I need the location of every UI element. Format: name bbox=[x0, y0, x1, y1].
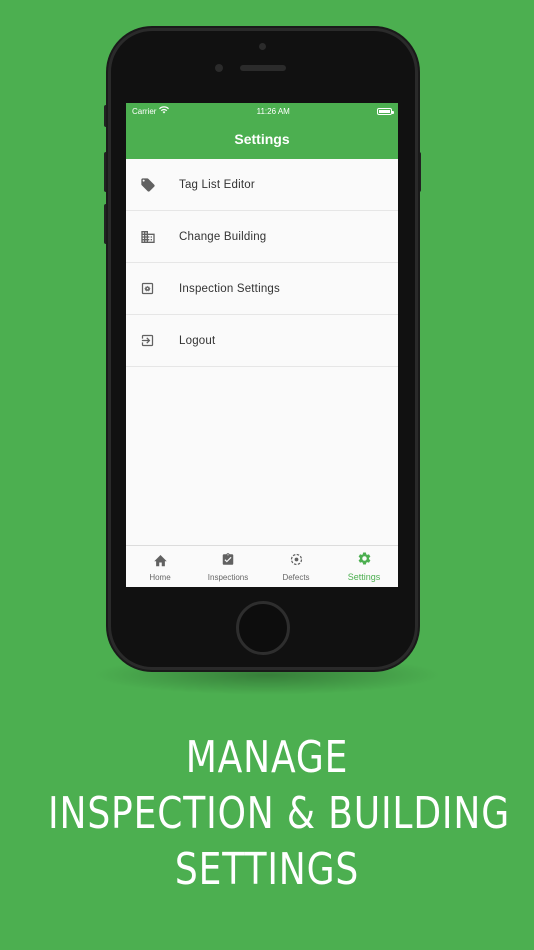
nav-item-settings[interactable]: Settings bbox=[330, 546, 398, 587]
menu-item-label: Logout bbox=[179, 334, 216, 347]
nav-label: Inspections bbox=[207, 572, 249, 582]
nav-label: Home bbox=[149, 572, 171, 582]
page-title: Settings bbox=[234, 131, 290, 147]
nav-label: Settings bbox=[347, 572, 381, 582]
tagline-line-2: INSPECTION & BUILDING bbox=[48, 788, 510, 839]
phone-screen: Carrier 11:26 AM Settings Tag List Edito… bbox=[126, 103, 398, 587]
tagline-line-1: MANAGE bbox=[185, 732, 349, 783]
home-button[interactable] bbox=[236, 601, 290, 655]
promo-tagline: MANAGE INSPECTION & BUILDING SETTINGS bbox=[48, 730, 510, 898]
settings-menu: Tag List Editor Change Building Inspecti… bbox=[126, 159, 398, 367]
battery-icon bbox=[376, 107, 394, 115]
front-camera bbox=[259, 43, 266, 50]
status-left: Carrier bbox=[132, 106, 170, 116]
proximity-sensor bbox=[215, 64, 223, 72]
settings-box-icon bbox=[139, 280, 156, 297]
building-icon bbox=[139, 228, 156, 245]
target-icon bbox=[289, 552, 304, 571]
wifi-icon bbox=[159, 106, 170, 116]
menu-item-label: Change Building bbox=[179, 230, 267, 243]
menu-item-tag-list-editor[interactable]: Tag List Editor bbox=[126, 159, 398, 211]
nav-label: Defects bbox=[282, 572, 310, 582]
nav-item-defects[interactable]: Defects bbox=[262, 546, 330, 587]
nav-item-inspections[interactable]: Inspections bbox=[194, 546, 262, 587]
home-icon bbox=[153, 552, 168, 571]
gear-icon bbox=[357, 551, 372, 570]
bottom-navigation: Home Inspections Defects Settings bbox=[126, 545, 398, 587]
clipboard-check-icon bbox=[221, 552, 235, 571]
status-time: 11:26 AM bbox=[256, 106, 290, 116]
app-bar: Carrier 11:26 AM Settings bbox=[126, 103, 398, 159]
carrier-label: Carrier bbox=[132, 106, 157, 116]
tag-icon bbox=[139, 176, 156, 193]
menu-item-label: Inspection Settings bbox=[179, 282, 280, 295]
menu-item-logout[interactable]: Logout bbox=[126, 315, 398, 367]
menu-item-inspection-settings[interactable]: Inspection Settings bbox=[126, 263, 398, 315]
tagline-line-3: SETTINGS bbox=[174, 844, 360, 895]
nav-item-home[interactable]: Home bbox=[126, 546, 194, 587]
earpiece-speaker bbox=[240, 65, 286, 71]
menu-item-label: Tag List Editor bbox=[179, 178, 255, 191]
menu-item-change-building[interactable]: Change Building bbox=[126, 211, 398, 263]
logout-icon bbox=[139, 332, 156, 349]
status-bar: Carrier 11:26 AM bbox=[126, 103, 398, 119]
